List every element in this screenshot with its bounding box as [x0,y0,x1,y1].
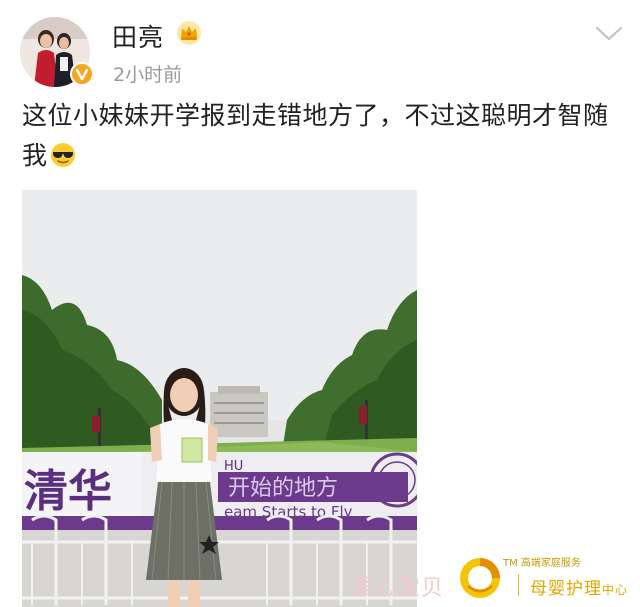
crown-icon[interactable] [176,20,202,46]
username[interactable]: 田亮 [112,18,164,54]
chevron-down-icon[interactable] [594,24,624,42]
sunglasses-emoji-icon [50,143,75,167]
watermark-tm-line: TM 高端家庭服务 [503,558,581,569]
verified-badge-icon [70,62,94,86]
post-photo[interactable]: 清华 HU 开始的地方 eam Starts to Fly [22,190,417,607]
watermark-right-main: 母婴护理 [530,579,602,599]
post-time: 2小时前 [113,64,183,86]
campus-photo: 清华 HU 开始的地方 eam Starts to Fly [22,190,417,607]
sign-middle-text: 开始的地方 [228,476,338,501]
watermark-left-text: 爱心宝贝 [352,576,445,601]
sign-left-text: 清华 [24,466,112,517]
post-text-content: 这位小妹妹开学报到走错地方了，不过这聪明才智随我 [22,101,609,170]
sign-small-text: HU [224,459,243,474]
watermark-logo-icon [460,558,500,598]
watermark-divider [518,574,519,596]
watermark: 爱心宝贝 TM 高端家庭服务 母婴护理中心 [330,548,640,607]
watermark-right-small: 中心 [602,583,629,597]
post-text: 这位小妹妹开学报到走错地方了，不过这聪明才智随我 [22,96,622,176]
watermark-right-text: 母婴护理中心 [530,574,628,599]
